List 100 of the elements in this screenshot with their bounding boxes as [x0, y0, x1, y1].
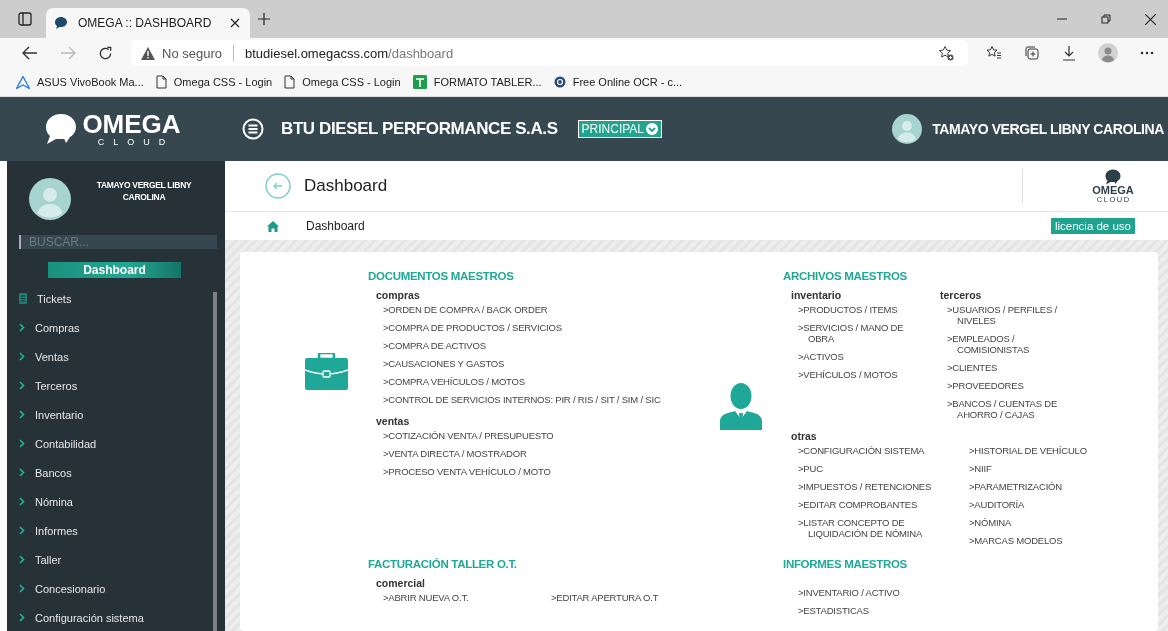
- chevron-right-icon: [19, 468, 25, 477]
- briefcase-icon: [305, 353, 348, 390]
- bookmark[interactable]: Omega CSS - Login: [284, 75, 401, 89]
- speech-bubble-icon: [54, 16, 68, 30]
- sidebar-item[interactable]: Contabilidad: [7, 429, 225, 458]
- group-label: ventas: [376, 415, 411, 427]
- sidebar-item[interactable]: Inventario: [7, 400, 225, 429]
- url-path: /dashboard: [388, 45, 454, 61]
- menu-link[interactable]: >ESTADISTICAS: [798, 605, 938, 616]
- section-title: DOCUMENTOS MAESTROS: [368, 270, 515, 282]
- menu-link[interactable]: >VEHÍCULOS / MOTOS: [798, 369, 926, 380]
- company-name: BTU DIESEL PERFORMANCE S.A.S: [281, 119, 558, 139]
- home-icon[interactable]: [267, 220, 279, 232]
- sidebar-item[interactable]: Nómina: [7, 487, 225, 516]
- menu-link[interactable]: >CAUSACIONES Y GASTOS: [383, 358, 661, 369]
- bookmark[interactable]: FORMATO TABLER...: [412, 75, 542, 89]
- menu-link[interactable]: >PROVEEDORES: [947, 380, 1075, 391]
- more-icon[interactable]: [1140, 51, 1154, 55]
- menu-link[interactable]: >NÓMINA: [969, 517, 1109, 528]
- warning-icon: [141, 46, 155, 60]
- sidebar-item[interactable]: Concesionario: [7, 574, 225, 603]
- sidebar-item[interactable]: Compras: [7, 313, 225, 342]
- restore-icon[interactable]: [1101, 14, 1111, 24]
- close-icon[interactable]: [1145, 13, 1156, 25]
- close-icon[interactable]: [230, 18, 240, 28]
- tab-title: OMEGA :: DASHBOARD: [78, 16, 213, 30]
- group-label: terceros: [940, 289, 983, 301]
- download-icon[interactable]: [1062, 45, 1076, 61]
- menu-link[interactable]: >CLIENTES: [947, 362, 1075, 373]
- favorites-icon[interactable]: [986, 45, 1002, 61]
- menu-link[interactable]: >ACTIVOS: [798, 351, 926, 362]
- chevron-right-icon: [19, 584, 25, 593]
- menu-link[interactable]: >PROCESO VENTA VEHÍCULO / MOTO: [383, 466, 554, 477]
- menu-link[interactable]: >COMPRA DE PRODUCTOS / SERVICIOS: [383, 322, 661, 333]
- person-icon: [720, 382, 762, 430]
- user-name[interactable]: TAMAYO VERGEL LIBNY CAROLINA: [932, 121, 1164, 137]
- menu-link[interactable]: >MARCAS MODELOS: [969, 535, 1109, 546]
- bookmark[interactable]: Free Online OCR - c...: [553, 76, 683, 88]
- menu-link[interactable]: >EDITAR APERTURA O.T: [551, 592, 659, 603]
- group-label: compras: [376, 289, 421, 301]
- url-host: btudiesel.omegacss.com: [245, 45, 389, 61]
- profile-icon[interactable]: [1098, 43, 1118, 63]
- menu-link[interactable]: >PARAMETRIZACIÓN: [969, 481, 1109, 492]
- menu-link[interactable]: >USUARIOS / PERFILES / NIVELES: [947, 304, 1075, 326]
- menu-link[interactable]: >PUC: [798, 463, 938, 474]
- security-label: No seguro: [162, 45, 222, 61]
- section-title: FACTURACIÓN TALLER O.T.: [368, 558, 518, 570]
- user-name: TAMAYO VERGEL LIBNY CAROLINA: [95, 179, 193, 203]
- refresh-icon[interactable]: [98, 45, 113, 61]
- sidebar-item[interactable]: Bancos: [7, 458, 225, 487]
- bubble-logo-icon: [44, 113, 79, 145]
- menu-link[interactable]: >CONTROL DE SERVICIOS INTERNOS: PIR / RIS / SIT / SIM / SIC: [383, 394, 661, 405]
- menu-link[interactable]: >BANCOS / CUENTAS DE AHORRO / CAJAS: [947, 398, 1075, 420]
- menu-link[interactable]: >EMPLEADOS / COMISIONISTAS: [947, 333, 1075, 355]
- clipboard-icon: [19, 293, 27, 304]
- back-arrow-icon[interactable]: [22, 46, 38, 60]
- menu-link[interactable]: >LISTAR CONCEPTO DE LIQUIDACIÓN DE NÓMINA: [798, 517, 938, 539]
- menu-link[interactable]: >CONFIGURACIÓN SISTEMA: [798, 445, 938, 456]
- bookmark[interactable]: ASUS VivoBook Ma...: [16, 75, 144, 89]
- menu-link[interactable]: >ABRIR NUEVA O.T.: [383, 592, 551, 603]
- add-favorite-icon[interactable]: [938, 45, 954, 61]
- sidebar-item[interactable]: Taller: [7, 545, 225, 574]
- menu-link[interactable]: >SERVICIOS / MANO DE OBRA: [798, 322, 926, 344]
- breadcrumb[interactable]: Dashboard: [306, 219, 365, 233]
- menu-link[interactable]: >AUDITORÍA: [969, 499, 1109, 510]
- menu-link[interactable]: >INVENTARIO / ACTIVO: [798, 587, 938, 598]
- sidebar-item[interactable]: Informes: [7, 516, 225, 545]
- page-title: Dashboard: [304, 176, 388, 196]
- sidebar-item[interactable]: Terceros: [7, 371, 225, 400]
- section-title: INFORMES MAESTROS: [783, 558, 908, 570]
- collections-icon[interactable]: [1024, 45, 1040, 61]
- chevron-down-icon: [646, 123, 659, 135]
- menu-link[interactable]: >IMPUESTOS / RETENCIONES: [798, 481, 938, 492]
- avatar-icon[interactable]: [892, 114, 923, 144]
- menu-icon[interactable]: [242, 118, 264, 140]
- scrollbar[interactable]: [213, 292, 217, 631]
- chevron-right-icon: [19, 497, 25, 506]
- sidebar-item[interactable]: Tickets: [7, 284, 225, 313]
- menu-link[interactable]: >ORDEN DE COMPRA / BACK ORDER: [383, 304, 661, 315]
- menu-link[interactable]: >COTIZACIÓN VENTA / PRESUPUESTO: [383, 430, 554, 441]
- address-bar[interactable]: No seguro btudiesel.omegacss.com/dashboard: [131, 40, 968, 66]
- menu-link[interactable]: >NIIF: [969, 463, 1109, 474]
- bookmark[interactable]: Omega CSS - Login: [155, 75, 273, 89]
- spreadsheet-icon: [412, 75, 427, 89]
- menu-link[interactable]: >COMPRA DE ACTIVOS: [383, 340, 661, 351]
- chevron-right-icon: [19, 410, 25, 419]
- sidebar-item[interactable]: Configuración sistema: [7, 603, 225, 631]
- tab-actions-icon[interactable]: [18, 12, 32, 26]
- logo-name: OMEGA: [82, 111, 181, 137]
- menu-link[interactable]: >PRODUCTOS / ITEMS: [798, 304, 926, 315]
- browser-tab[interactable]: OMEGA :: DASHBOARD: [46, 8, 250, 38]
- menu-link[interactable]: >VENTA DIRECTA / MOSTRADOR: [383, 448, 554, 459]
- bubble-logo-icon: [1104, 168, 1122, 185]
- new-tab-icon[interactable]: [258, 13, 270, 25]
- menu-link[interactable]: >EDITAR COMPROBANTES: [798, 499, 938, 510]
- section-title: ARCHIVOS MAESTROS: [783, 270, 908, 282]
- menu-link[interactable]: >HISTORIAL DE VEHÍCULO: [969, 445, 1109, 456]
- avatar-icon: [29, 178, 71, 220]
- menu-link[interactable]: >COMPRA VEHÍCULOS / MOTOS: [383, 376, 661, 387]
- sidebar-item[interactable]: Ventas: [7, 342, 225, 371]
